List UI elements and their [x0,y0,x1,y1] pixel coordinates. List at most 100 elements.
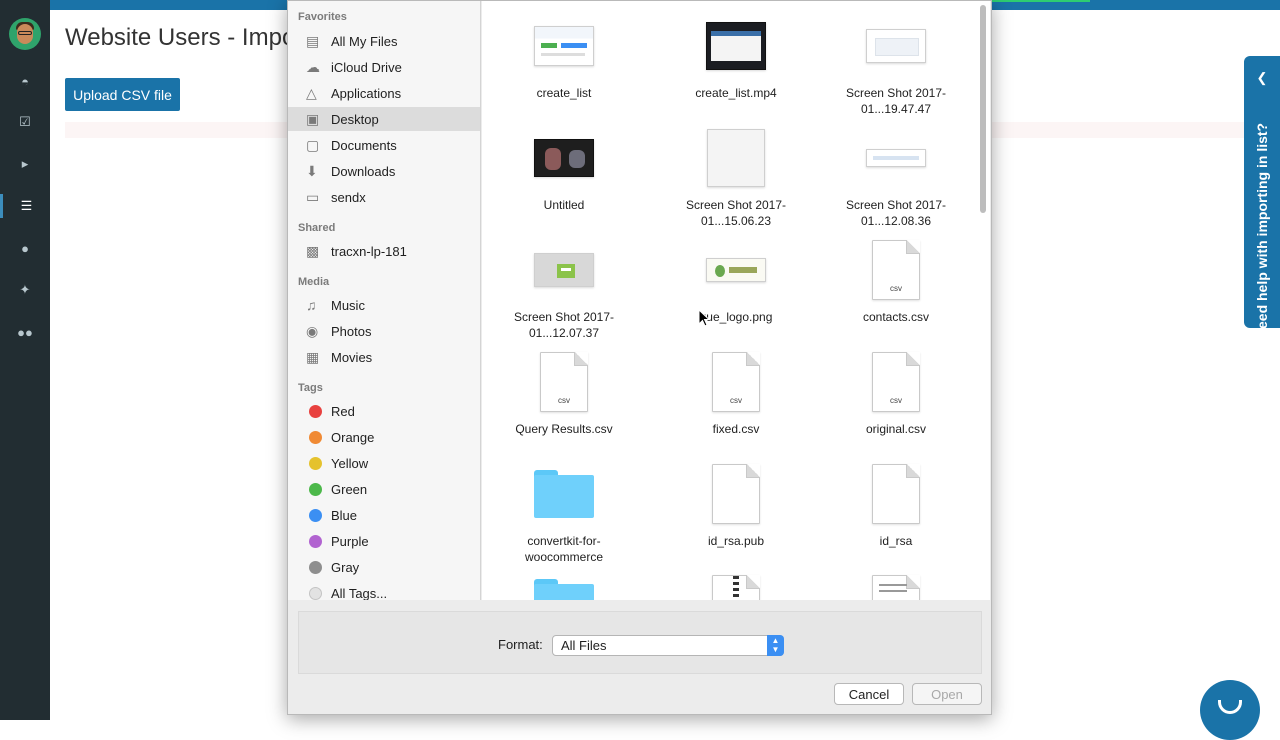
screenshot-thumbnail-icon [534,26,594,66]
sidebar-item-label: Red [331,403,355,419]
document-icon [872,464,920,524]
sidebar-item-tag-blue[interactable]: Blue [288,503,480,527]
file-item[interactable]: id_rsa.pub [657,463,815,549]
magic-wand-icon[interactable]: ✦ [0,278,50,302]
sidebar-item-label: Desktop [331,111,379,127]
file-item[interactable]: csv contacts.csv [817,239,975,325]
users-icon[interactable]: ●● [0,320,50,344]
file-item[interactable]: convertkit-for-woocommerce [485,463,643,565]
screenshot-thumbnail-icon [534,253,594,287]
sidebar-item-downloads[interactable]: ⬇ Downloads [288,159,480,183]
sidebar-item-tag-green[interactable]: Green [288,477,480,501]
blue-tag-icon [309,508,322,522]
orange-tag-icon [309,430,322,444]
page-title: Website Users - Import [65,24,310,51]
file-name: id_rsa.pub [707,534,765,548]
help-tab-label: Need help with importing in list? [1254,122,1270,340]
sidebar-item-music[interactable]: ♫ Music [288,293,480,317]
drop-icon[interactable]: ● [0,236,50,260]
sidebar-item-documents[interactable]: ▢ Documents [288,133,480,157]
avatar[interactable] [9,18,41,50]
sidebar-item-label: Green [331,481,368,497]
file-item[interactable]: Screen Shot 2017-01...15.06.23 [657,127,815,229]
sidebar-item-desktop[interactable]: ▣ Desktop [288,107,480,131]
scrollbar[interactable] [980,5,986,213]
dialog-sidebar: Favorites ▤ All My Files ☁ iCloud Drive … [288,1,481,600]
sidebar-item-label: Purple [331,533,369,549]
dashboard-icon[interactable]: ◓ [0,69,50,93]
chat-button[interactable] [1200,680,1260,740]
sidebar-item-movies[interactable]: ▦ Movies [288,345,480,369]
sidebar-item-label: tracxn-lp-181 [331,243,407,259]
sidebar-item-photos[interactable]: ◉ Photos [288,319,480,343]
file-item[interactable]: id_rsa [817,463,975,549]
sidebar-item-label: iCloud Drive [331,59,402,75]
sidebar-item-label: Orange [331,429,375,445]
up-down-chevron-icon: ▲ ▼ [767,635,784,656]
pdf-file-icon [872,575,920,600]
sidebar-item-sendx[interactable]: ▭ sendx [288,185,480,209]
sidebar-item-tag-purple[interactable]: Purple [288,529,480,553]
list-icon[interactable]: ☰ [0,194,50,218]
file-item[interactable]: Screen Shot 2017-01...12.08.36 [817,127,975,229]
file-item[interactable]: csv fixed.csv [657,351,815,437]
file-name: contacts.csv [862,310,930,324]
cancel-button[interactable]: Cancel [834,683,904,705]
csv-file-icon: csv [872,352,920,412]
top-bar-accent [990,0,1090,2]
favorites-heading: Favorites [298,11,347,23]
check-square-icon[interactable]: ☑ [0,110,50,134]
help-tab[interactable]: ❮ Need help with importing in list? [1244,56,1280,339]
file-name: Screen Shot 2017-01...12.07.37 [513,310,615,340]
file-name: Screen Shot 2017-01...19.47.47 [845,86,947,116]
file-item[interactable]: Screen Shot 2017-01...12.07.37 [485,239,643,341]
sidebar-item-label: Blue [331,507,358,523]
file-name: Query Results.csv [515,422,613,436]
screenshot-thumbnail-icon [866,29,926,63]
sidebar-item-tag-gray[interactable]: Gray [288,555,480,579]
sidebar-item-tag-orange[interactable]: Orange [288,425,480,449]
sidebar-item-tag-red[interactable]: Red [288,399,480,423]
sidebar-item-all-tags[interactable]: All Tags... [288,581,480,600]
csv-file-icon: csv [540,352,588,412]
file-item[interactable]: csv original.csv [817,351,975,437]
sidebar-item-tracxn-lp-181[interactable]: ▩ tracxn-lp-181 [288,239,480,263]
open-button[interactable]: Open [912,683,982,705]
sidebar-item-tag-yellow[interactable]: Yellow [288,451,480,475]
format-bar: Format: All Files ▲ ▼ [298,611,982,674]
file-item[interactable]: csv Query Results.csv [485,351,643,437]
file-item[interactable]: create_list.mp4 [657,15,815,101]
file-name: Screen Shot 2017-01...15.06.23 [685,198,787,228]
file-item[interactable] [817,575,975,600]
sidebar-item-icloud-drive[interactable]: ☁ iCloud Drive [288,55,480,79]
file-item[interactable]: Untitled [485,127,643,213]
cloud-icon: ☁ [306,58,320,75]
file-grid: create_list create_list.mp4 Screen Shot … [482,1,990,600]
sidebar-item-label: Gray [331,559,360,575]
sidebar-item-label: Photos [331,323,372,339]
file-item[interactable]: que_logo.png [657,239,815,325]
blank-image-icon [707,129,765,187]
file-item[interactable]: Screen Shot 2017-01...19.47.47 [817,15,975,117]
folder-icon [534,579,594,600]
file-item[interactable]: create_list [485,15,643,101]
music-icon: ♫ [306,297,317,313]
chat-icon [1218,700,1242,714]
all-files-icon: ▤ [306,32,320,49]
screenshot-thumbnail-icon [866,149,926,167]
sidebar-item-applications[interactable]: △ Applications [288,81,480,105]
format-select[interactable]: All Files ▲ ▼ [552,635,784,656]
sidebar-item-all-my-files[interactable]: ▤ All My Files [288,29,480,53]
desktop-icon: ▣ [306,110,320,127]
red-tag-icon [309,404,322,418]
folder-icon: ▭ [306,188,320,205]
all-tags-icon [309,586,322,600]
megaphone-icon[interactable]: ▸ [0,152,50,176]
file-item[interactable] [657,575,815,600]
file-item[interactable] [485,575,643,600]
file-name: create_list [536,86,592,100]
format-select-value: All Files [561,638,607,653]
upload-csv-button[interactable]: Upload CSV file [65,78,180,111]
avatar-glasses [18,31,32,35]
computer-icon: ▩ [306,242,320,259]
